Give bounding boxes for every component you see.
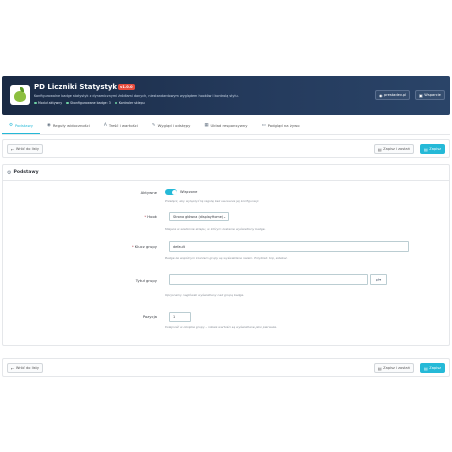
active-toggle[interactable]: [165, 189, 177, 195]
hook-label: *Hook: [144, 214, 157, 219]
translate-icon: ⇄▾: [375, 277, 382, 282]
floppy-icon: ▤: [424, 365, 428, 371]
required-marker: *: [131, 244, 134, 249]
back-to-list-button[interactable]: ← Wróć do listy: [7, 363, 43, 373]
back-to-list-button[interactable]: ← Wróć do listy: [7, 144, 43, 154]
apple-icon: [14, 91, 26, 102]
top-toolbar: ← Wróć do listy ▤ Zapisz i zostań ▤ Zapisz: [2, 139, 450, 158]
eye-icon: ◉: [46, 123, 51, 128]
grid-icon: ▦: [204, 123, 209, 128]
toggle-knob: [171, 189, 177, 195]
active-toggle-label: Włączone: [180, 190, 198, 194]
save-button[interactable]: ▤ Zapisz: [420, 363, 445, 373]
feature-item: Skonfigurowane badge: 3: [66, 101, 111, 105]
gear-icon: ⚙: [7, 169, 12, 176]
save-and-stay-button[interactable]: ▤ Zapisz i zostań: [373, 144, 414, 154]
floppy-icon: ▤: [377, 365, 382, 371]
support-icon: ▣: [419, 92, 423, 98]
module-logo: [10, 85, 30, 105]
active-help: Przełącz, aby wyłączyć tę regułę bez usu…: [165, 199, 260, 203]
globe-icon: ◉: [379, 92, 383, 98]
floppy-icon: ▤: [424, 146, 428, 152]
group-title-help: Opcjonalny nagłówek wyświetlany nad grup…: [165, 293, 245, 297]
floppy-icon: ▤: [377, 146, 382, 152]
chevron-down-icon: ⌄: [223, 214, 226, 219]
status-dot-icon: [114, 101, 118, 105]
version-badge: v1.0.0: [118, 84, 135, 90]
text-icon: A: [103, 123, 107, 128]
vendor-button[interactable]: ◉ prestadev.pl: [375, 90, 411, 100]
support-button[interactable]: ▣ Wsparcie: [415, 90, 445, 100]
group-title-label: Tytuł grupy: [135, 278, 157, 283]
feature-list: Moduł aktywny Skonfigurowane badge: 3 Ko…: [34, 101, 145, 105]
group-title-input[interactable]: [169, 274, 368, 285]
page: PD Liczniki Statystyk Pro v1.0.0 Konfigu…: [0, 0, 452, 452]
save-button[interactable]: ▤ Zapisz: [420, 144, 445, 154]
required-marker: *: [144, 214, 147, 219]
gear-icon: ⚙: [9, 123, 13, 128]
arrow-left-icon: ←: [11, 146, 15, 152]
module-description: Konfigurowalne badge statystyk z dynamic…: [34, 94, 239, 98]
arrow-left-icon: ←: [11, 365, 15, 371]
status-dot-icon: [34, 101, 37, 105]
basics-panel: ⚙ Podstawy: [2, 164, 450, 346]
bottom-toolbar: ← Wróć do listy ▤ Zapisz i zostań ▤ Zapisz: [2, 358, 450, 377]
hook-help: Miejsce w szablonie sklepu, w którym zos…: [165, 227, 266, 231]
tab-responsive-layout[interactable]: ▦ Układ responsywny: [197, 118, 254, 134]
tab-bar: ⚙ Podstawy ◉ Reguły widoczności A Treść i w…: [2, 118, 450, 135]
panel-header: ⚙ Podstawy: [3, 165, 449, 181]
group-key-help: Badge ze wspólnym kluczem grupy są wyświ…: [165, 256, 288, 260]
save-and-stay-button[interactable]: ▤ Zapisz i zostań: [373, 363, 414, 373]
position-label: Pozycja: [142, 314, 157, 319]
position-help: Kolejność w obrębie grupy – niższe warto…: [165, 325, 278, 329]
group-key-input[interactable]: default: [169, 241, 409, 252]
feature-item: Moduł aktywny: [34, 101, 62, 105]
tab-appearance[interactable]: ✎ Wygląd i odstępy: [145, 118, 198, 134]
monitor-icon: ▭: [261, 123, 266, 128]
translate-button[interactable]: ⇄▾: [370, 274, 387, 285]
active-label: Aktywne: [140, 190, 157, 195]
tab-visibility-rules[interactable]: ◉ Reguły widoczności: [40, 118, 97, 134]
group-key-label: *Klucz grupy: [131, 244, 157, 249]
hook-select[interactable]: Strona główna (displayHome) ⌄: [169, 212, 229, 221]
brush-icon: ✎: [151, 123, 156, 128]
status-dot-icon: [66, 101, 69, 105]
tab-live-preview[interactable]: ▭ Podgląd na żywo: [254, 118, 306, 134]
feature-item: Kontroler sklepu: [114, 101, 145, 105]
tab-content-values[interactable]: A Treść i wartości: [97, 118, 145, 134]
position-input[interactable]: 1: [169, 312, 191, 322]
tab-basics[interactable]: ⚙ Podstawy: [2, 118, 40, 134]
leaf-icon: [20, 87, 24, 92]
